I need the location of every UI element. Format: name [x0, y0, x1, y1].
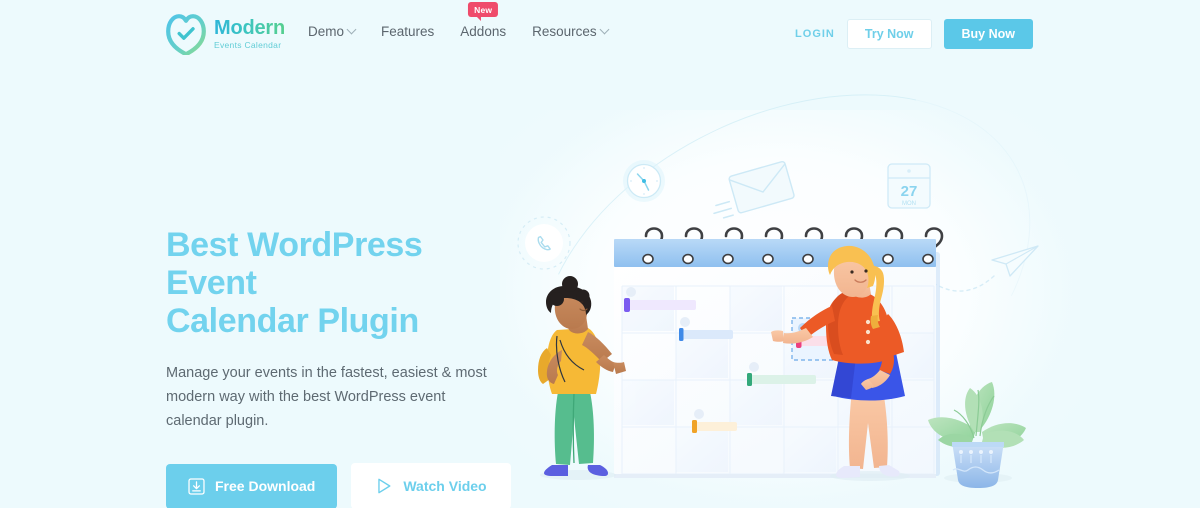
buy-now-button[interactable]: Buy Now	[943, 19, 1033, 49]
page-root: Modern Events Calendar Demo Features New…	[0, 0, 1200, 508]
watch-video-button[interactable]: Watch Video	[351, 463, 511, 508]
nav-label: Features	[381, 24, 435, 39]
login-link[interactable]: LOGIN	[795, 28, 835, 40]
event-calendar-illustration: 27 MON	[500, 100, 1100, 508]
chevron-down-icon	[346, 24, 357, 35]
nav-label: Addons	[460, 24, 507, 39]
hero-cta-group: Free Download Watch Video	[166, 463, 511, 508]
free-download-label: Free Download	[215, 478, 316, 494]
hero-title-line-2: Calendar Plugin	[166, 302, 419, 341]
nav-item-features[interactable]: Features	[381, 24, 434, 39]
hero-title-line-1: Best WordPress Event	[166, 226, 423, 303]
hero-content: Best WordPress Event Calendar Plugin Man…	[166, 226, 511, 508]
envelope-icon	[713, 160, 795, 219]
main-navigation: Demo Features New Addons Resources	[308, 2, 610, 39]
header-actions: LOGIN Try Now Buy Now	[795, 19, 1033, 49]
brand-name: Modern	[214, 17, 286, 40]
brand-logo[interactable]: Modern Events Calendar	[166, 13, 285, 55]
nav-item-demo[interactable]: Demo	[308, 24, 357, 39]
watch-video-label: Watch Video	[403, 478, 487, 494]
nav-label: Resources	[532, 24, 597, 39]
nav-item-resources[interactable]: Resources	[532, 24, 610, 39]
nav-item-addons[interactable]: New Addons	[460, 2, 507, 39]
phone-icon	[517, 216, 571, 270]
download-icon	[188, 477, 205, 495]
nav-label: Demo	[308, 24, 345, 39]
new-badge: New	[468, 2, 499, 21]
play-icon	[378, 478, 391, 494]
free-download-button[interactable]: Free Download	[166, 463, 338, 508]
mini-calendar-day: 27	[901, 183, 918, 200]
mini-calendar-weekday: MON	[902, 201, 916, 207]
chevron-down-icon	[599, 24, 610, 35]
potted-plant	[928, 382, 1026, 488]
brand-tagline: Events Calendar	[214, 40, 282, 51]
paper-plane-icon	[931, 245, 1039, 292]
person-left	[538, 276, 626, 480]
mini-calendar-icon: 27 MON	[887, 163, 931, 209]
hero-subtitle: Manage your events in the fastest, easie…	[166, 365, 487, 430]
shield-check-icon	[166, 14, 206, 55]
try-now-button[interactable]: Try Now	[846, 19, 932, 49]
page-title: Best WordPress Event Calendar Plugin	[166, 226, 511, 340]
clock-icon	[623, 160, 665, 202]
site-header: Modern Events Calendar Demo Features New…	[0, 0, 1200, 66]
